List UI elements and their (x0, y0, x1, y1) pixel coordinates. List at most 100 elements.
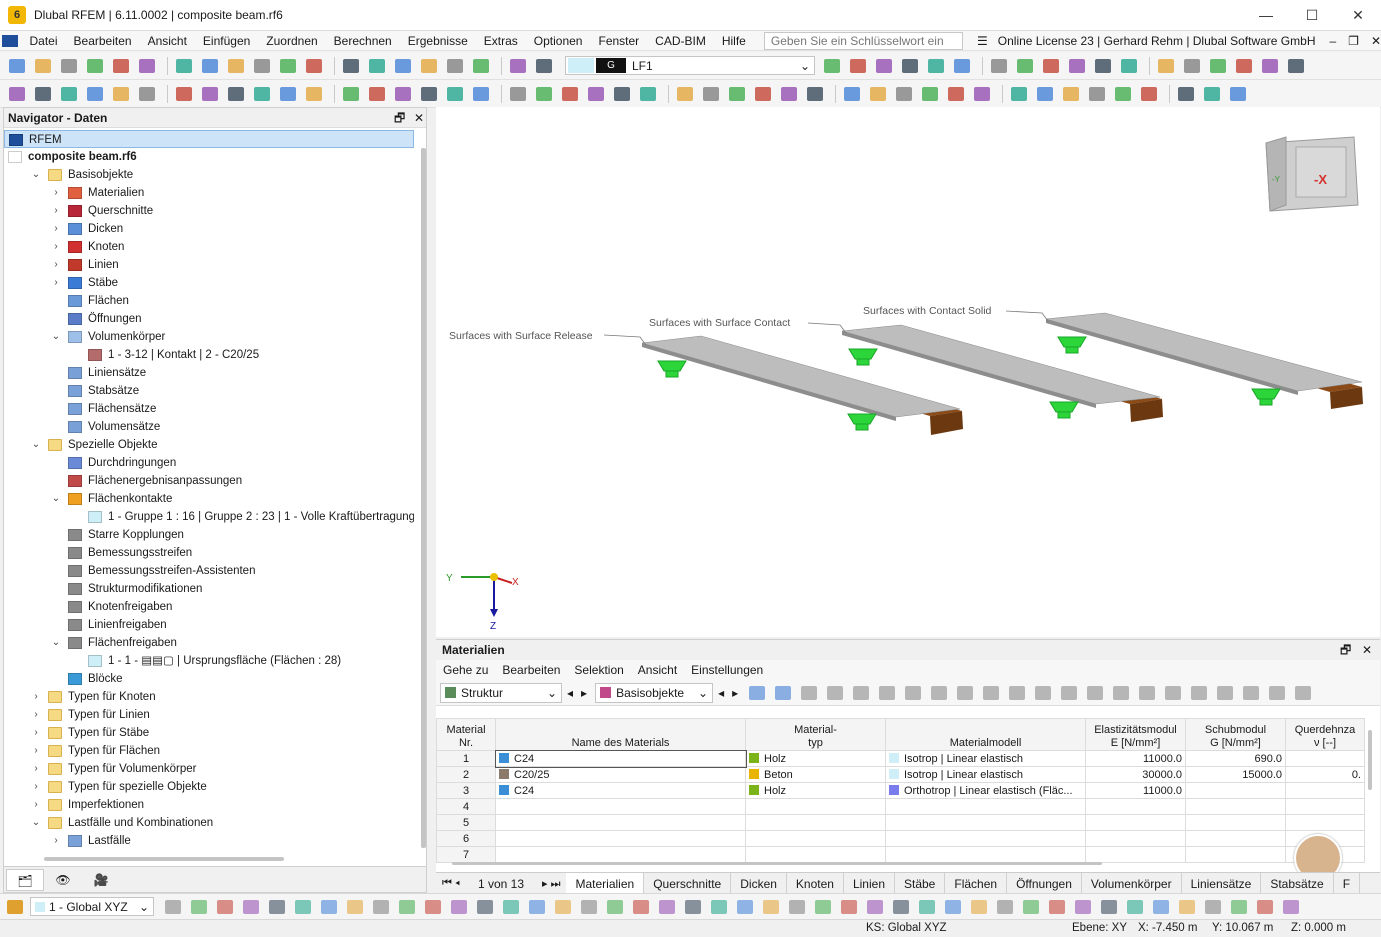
view-tool-7-icon[interactable] (988, 56, 1010, 76)
cell-e[interactable] (1085, 846, 1186, 863)
view-tool-10-icon[interactable] (1066, 56, 1088, 76)
snap-tool-42-icon[interactable] (1254, 897, 1276, 917)
tree-item-basis-2[interactable]: › Dicken (4, 220, 414, 238)
objects-tool-38-icon[interactable] (919, 84, 941, 104)
objects-tool-21-icon[interactable] (507, 84, 529, 104)
cell-e[interactable]: 30000.0 (1085, 766, 1186, 783)
main-tool-7-icon[interactable] (173, 56, 195, 76)
menu-datei[interactable]: Datei (22, 34, 66, 48)
menu-optionen[interactable]: Optionen (526, 34, 591, 48)
cell-model[interactable] (885, 814, 1086, 831)
snap-tool-31-icon[interactable] (968, 897, 990, 917)
snap-tool-14-icon[interactable] (526, 897, 548, 917)
table-tool-17-icon[interactable] (1188, 683, 1210, 703)
next-icon[interactable]: ▸ (732, 686, 738, 700)
snap-tool-30-icon[interactable] (942, 897, 964, 917)
snap-tool-13-icon[interactable] (500, 897, 522, 917)
objects-tool-28-icon[interactable] (674, 84, 696, 104)
snap-tool-20-icon[interactable] (682, 897, 704, 917)
tree-item-basis-7[interactable]: Öffnungen (4, 310, 414, 328)
tree-item-special2-5[interactable]: Linienfreigaben (4, 616, 414, 634)
table-tool-6-icon[interactable] (902, 683, 924, 703)
chevron-right-icon[interactable]: › (30, 688, 42, 706)
snap-tool-23-icon[interactable] (760, 897, 782, 917)
cell-model[interactable]: Isotrop | Linear elastisch (885, 766, 1086, 783)
display-tab-icon[interactable]: 👁 (44, 869, 82, 891)
objects-tool-18-icon[interactable] (444, 84, 466, 104)
table-row[interactable]: 1 C24 Holz Isotrop | Linear elastisch 11000.… (436, 749, 1365, 768)
snap-tool-17-icon[interactable] (604, 897, 626, 917)
snap-tool-43-icon[interactable] (1280, 897, 1302, 917)
tree-item-special2-0[interactable]: Starre Kopplungen (4, 526, 414, 544)
cell-model[interactable]: Orthotrop | Linear elastisch (Fläc... (885, 782, 1086, 799)
snap-tool-0-icon[interactable] (162, 897, 184, 917)
snap-tool-7-icon[interactable] (344, 897, 366, 917)
cell-nr[interactable]: 7 (436, 846, 496, 863)
tree-item-special2-4[interactable]: Knotenfreigaben (4, 598, 414, 616)
view-tool-4-icon[interactable] (925, 56, 947, 76)
chevron-down-icon[interactable]: ⌄ (50, 328, 62, 346)
last-page-icon[interactable]: ▸ ⏭ (536, 877, 566, 891)
objects-tool-23-icon[interactable] (559, 84, 581, 104)
snap-tool-25-icon[interactable] (812, 897, 834, 917)
table-row[interactable]: 6 (436, 830, 1365, 847)
tree-item-set-0[interactable]: Liniensätze (4, 364, 414, 382)
cell-g[interactable] (1185, 814, 1286, 831)
snap-tool-26-icon[interactable] (838, 897, 860, 917)
snap-tool-21-icon[interactable] (708, 897, 730, 917)
menu-ansicht[interactable]: Ansicht (140, 34, 195, 48)
chevron-down-icon[interactable]: ⌄ (50, 634, 62, 652)
objects-tool-19-icon[interactable] (470, 84, 492, 104)
navigator-hscrollbar[interactable] (44, 857, 284, 861)
cell-e[interactable]: 11000.0 (1085, 782, 1186, 799)
cell-type[interactable]: Beton (745, 766, 886, 783)
prev-icon[interactable]: ◂ (718, 686, 724, 700)
cell-g[interactable] (1185, 798, 1286, 815)
snap-tool-37-icon[interactable] (1124, 897, 1146, 917)
close-button[interactable]: ✕ (1335, 0, 1381, 31)
table-row[interactable]: 5 (436, 814, 1365, 831)
objects-tool-3-icon[interactable] (84, 84, 106, 104)
cell-g[interactable] (1185, 830, 1286, 847)
objects-tool-15-icon[interactable] (366, 84, 388, 104)
pin-icon[interactable]: 🗗 (394, 108, 405, 128)
tree-item-release-1[interactable]: 1 - 1 - ▤▤▢ | Ursprungsfläche (Flächen :… (4, 652, 414, 670)
objects-tool-29-icon[interactable] (700, 84, 722, 104)
table-tool-20-icon[interactable] (1266, 683, 1288, 703)
cell-model[interactable] (885, 846, 1086, 863)
chevron-right-icon[interactable]: › (50, 832, 62, 850)
views-tab-icon[interactable]: 🎥 (82, 869, 120, 891)
main-tool-21-icon[interactable] (507, 56, 529, 76)
main-tool-0-icon[interactable] (6, 56, 28, 76)
snap-tool-12-icon[interactable] (474, 897, 496, 917)
snap-tool-29-icon[interactable] (916, 897, 938, 917)
chevron-right-icon[interactable]: › (30, 706, 42, 724)
snap-tool-16-icon[interactable] (578, 897, 600, 917)
snap-tool-5-icon[interactable] (292, 897, 314, 917)
main-tool-15-icon[interactable] (366, 56, 388, 76)
tree-item-set-2[interactable]: Flächensätze (4, 400, 414, 418)
main-tool-2-icon[interactable] (58, 56, 80, 76)
tab-6[interactable]: Flächen (945, 872, 1008, 895)
snap-tool-22-icon[interactable] (734, 897, 756, 917)
folder-types-5[interactable]: › Typen für spezielle Objekte (4, 778, 414, 796)
objects-tool-5-icon[interactable] (136, 84, 158, 104)
view-tool-12-icon[interactable] (1118, 56, 1140, 76)
tree-item-special2-3[interactable]: Strukturmodifikationen (4, 580, 414, 598)
objects-tool-10-icon[interactable] (251, 84, 273, 104)
snap-tool-19-icon[interactable] (656, 897, 678, 917)
folder-types-3[interactable]: › Typen für Flächen (4, 742, 414, 760)
chevron-right-icon[interactable]: › (50, 202, 62, 220)
mdi-close-button[interactable]: ✕ (1371, 34, 1381, 48)
model-viewport[interactable]: Surfaces with Surface Release Surfaces w… (436, 107, 1380, 637)
snap-tool-27-icon[interactable] (864, 897, 886, 917)
tree-item-set-3[interactable]: Volumensätze (4, 418, 414, 436)
folder-types-7[interactable]: ⌄ Lastfälle und Kombinationen (4, 814, 414, 832)
objects-tool-14-icon[interactable] (340, 84, 362, 104)
objects-tool-35-icon[interactable] (841, 84, 863, 104)
view-tool-16-icon[interactable] (1207, 56, 1229, 76)
snap-tool-10-icon[interactable] (422, 897, 444, 917)
snap-tool-35-icon[interactable] (1072, 897, 1094, 917)
objects-tool-8-icon[interactable] (199, 84, 221, 104)
objects-tool-50-icon[interactable] (1201, 84, 1223, 104)
